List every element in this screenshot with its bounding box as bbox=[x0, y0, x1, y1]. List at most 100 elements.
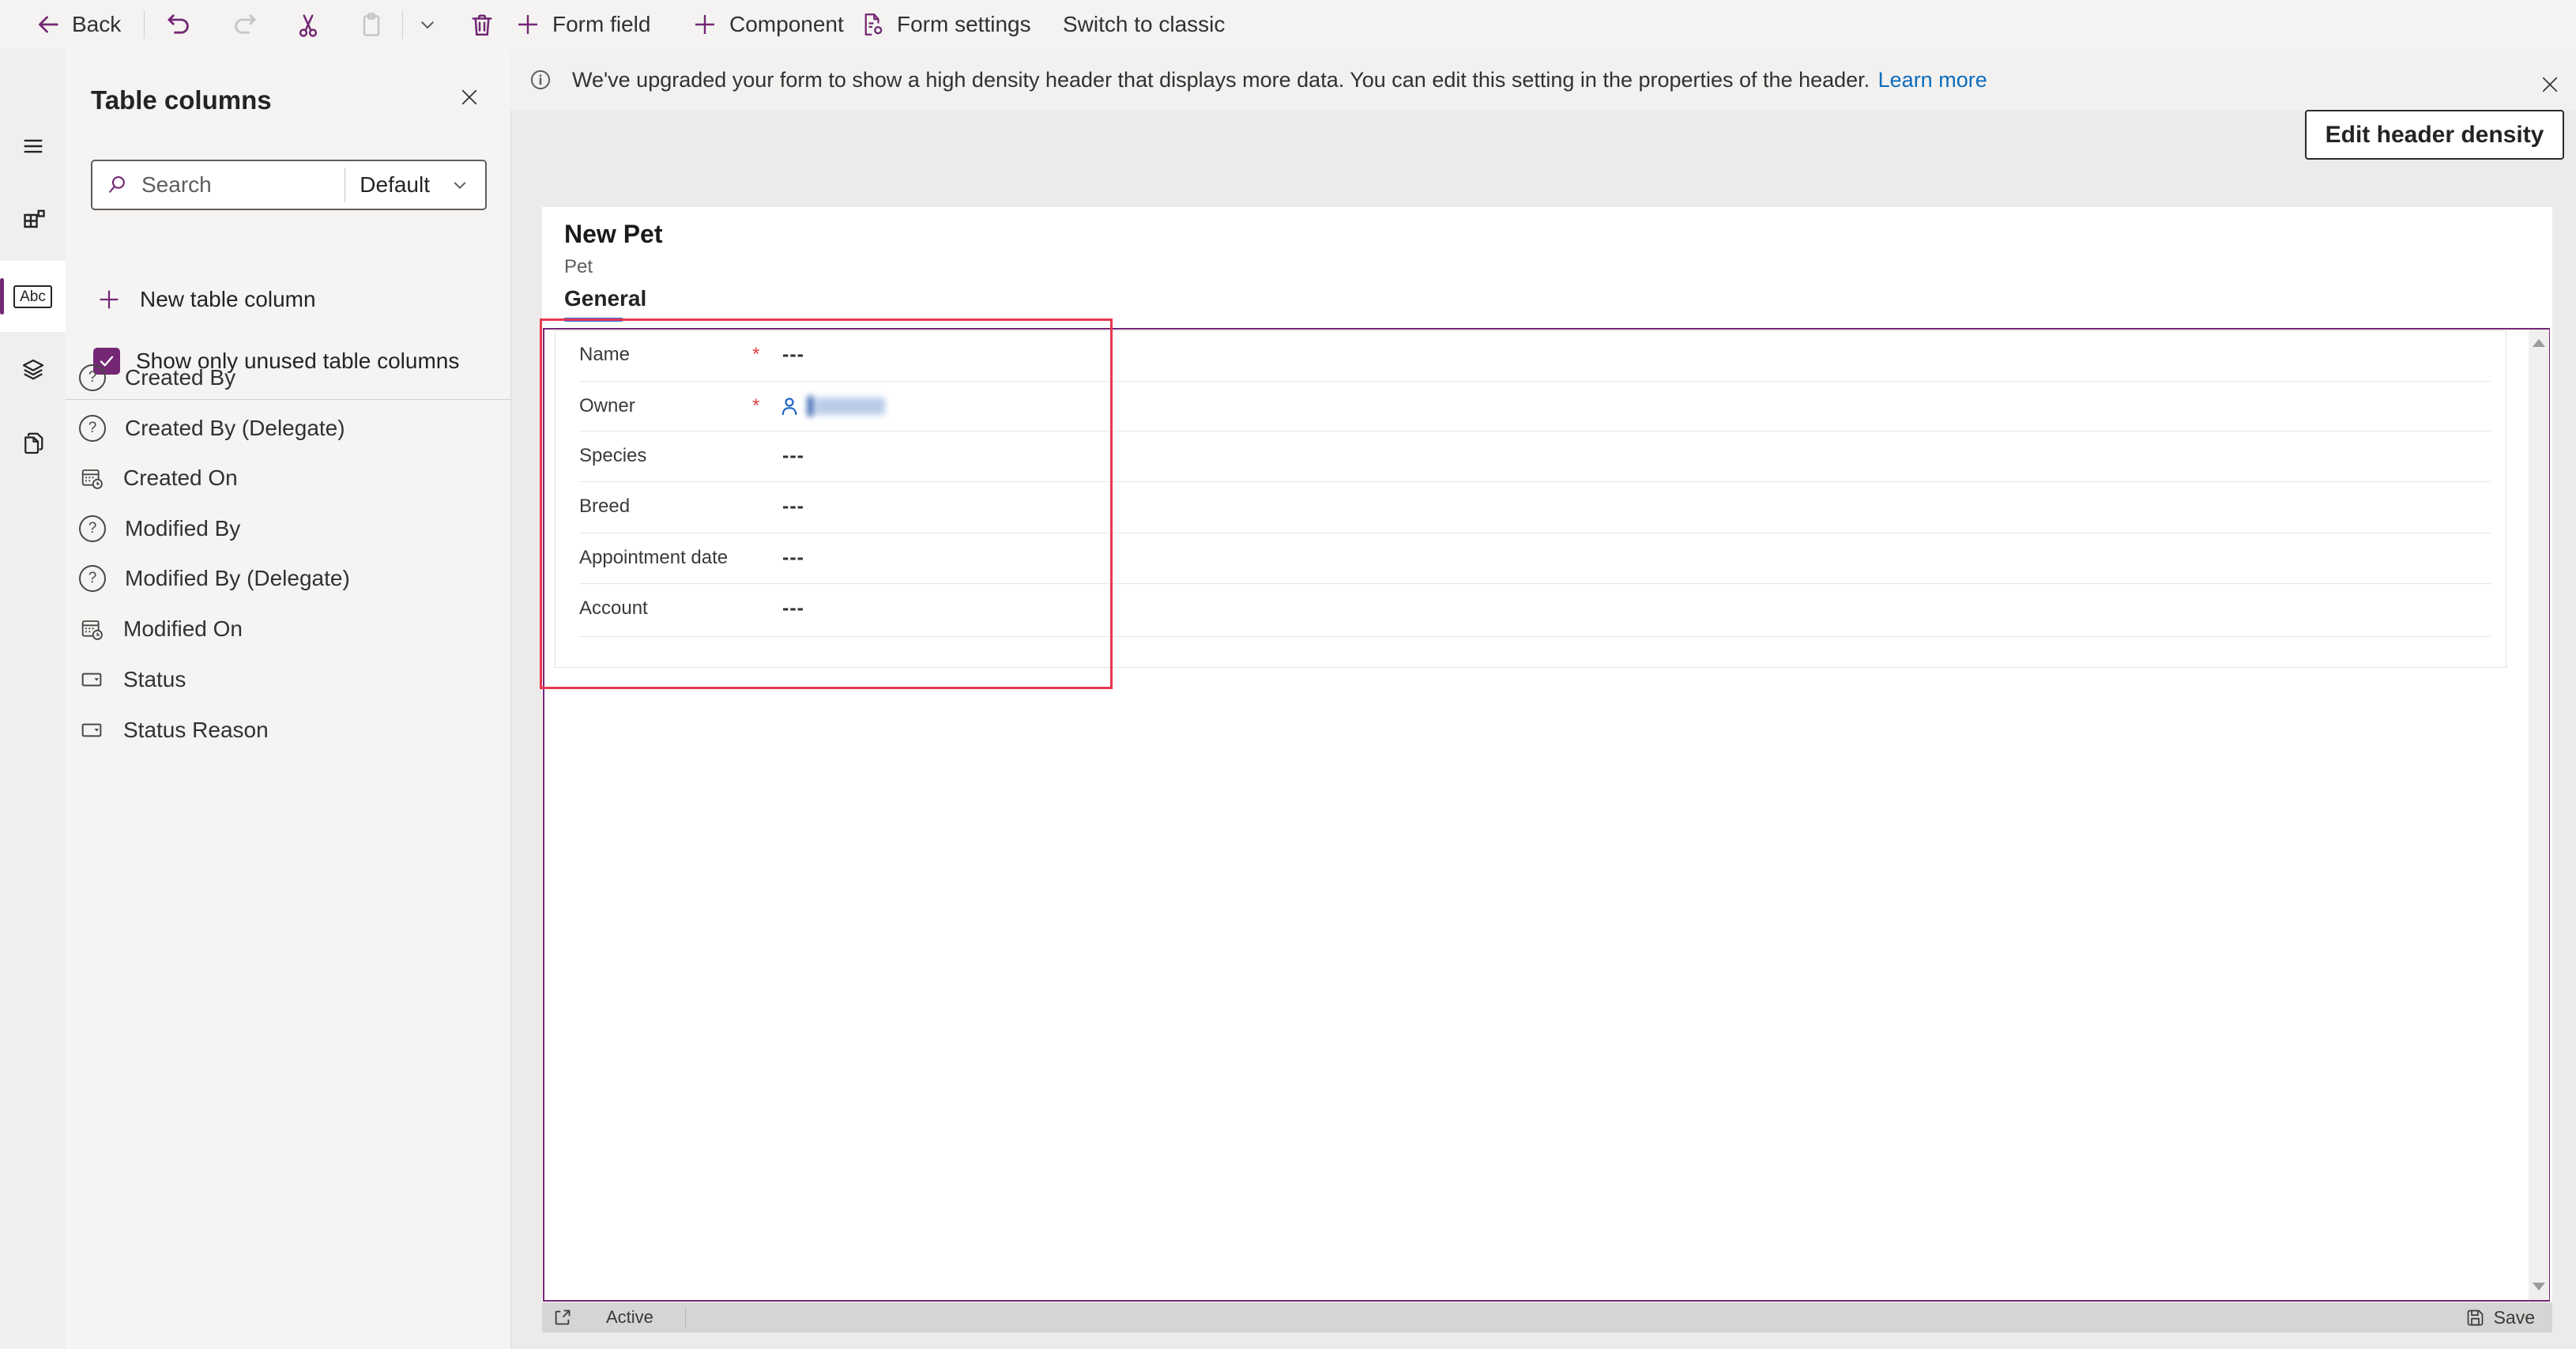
scroll-down-arrow[interactable] bbox=[2533, 1283, 2545, 1291]
form-settings-label: Form settings bbox=[897, 12, 1031, 36]
table-column-item-created-by[interactable]: ? Created By bbox=[66, 352, 510, 403]
field-value: --- bbox=[782, 495, 804, 518]
field-row-name[interactable]: Name * --- bbox=[555, 330, 2506, 379]
banner-message: We've upgraded your form to show a high … bbox=[572, 67, 1870, 92]
rail-item-table-columns[interactable]: Abc bbox=[0, 261, 66, 332]
table-column-item-modified-by[interactable]: ? Modified By bbox=[66, 503, 510, 554]
question-circle-icon: ? bbox=[79, 364, 106, 391]
record-status: Active bbox=[606, 1307, 653, 1327]
component-label: Component bbox=[729, 12, 844, 36]
form-footer-bar: Active Save bbox=[542, 1302, 2552, 1332]
upgrade-info-banner: We've upgraded your form to show a high … bbox=[510, 49, 2576, 111]
hamburger-menu-icon bbox=[24, 139, 42, 153]
save-button[interactable]: Save bbox=[2465, 1307, 2535, 1328]
back-button[interactable]: Back bbox=[35, 0, 121, 49]
table-column-item-status[interactable]: Status bbox=[66, 654, 510, 705]
close-icon bbox=[461, 89, 477, 105]
expand-icon[interactable] bbox=[552, 1307, 573, 1328]
filter-value: Default bbox=[360, 172, 430, 197]
table-column-item-status-reason[interactable]: Status Reason bbox=[66, 705, 510, 756]
footer-divider bbox=[684, 1307, 686, 1328]
calendar-clock-icon bbox=[81, 620, 103, 640]
search-input[interactable] bbox=[140, 171, 345, 198]
field-label: Name bbox=[579, 344, 631, 365]
field-label: Breed bbox=[579, 496, 631, 517]
form-record-title: New Pet bbox=[564, 220, 663, 248]
chevron-down-icon bbox=[420, 21, 435, 29]
close-icon bbox=[2542, 77, 2558, 92]
new-table-column-button[interactable]: New table column bbox=[96, 286, 316, 313]
option-set-icon bbox=[81, 723, 102, 737]
form-preview-canvas: New Pet Pet General Name * --- Owner * S… bbox=[540, 207, 2552, 1332]
delete-button[interactable] bbox=[468, 0, 496, 49]
tab-general[interactable]: General bbox=[564, 286, 646, 311]
field-label: Appointment date bbox=[579, 547, 729, 568]
powerapps-form-designer: Back Form field Component Form settings … bbox=[0, 0, 2576, 1349]
search-icon bbox=[92, 173, 140, 197]
rail-item-copy-pages[interactable] bbox=[0, 408, 66, 479]
field-row-species[interactable]: Species --- bbox=[555, 431, 2506, 480]
add-component-button[interactable]: Component bbox=[691, 0, 844, 49]
undo-button[interactable] bbox=[164, 0, 193, 49]
panel-close-button[interactable] bbox=[458, 85, 481, 109]
option-set-icon bbox=[81, 673, 102, 687]
trash-icon bbox=[472, 14, 492, 36]
table-columns-panel: Table columns Default New table column S… bbox=[66, 49, 511, 1349]
command-bar: Back Form field Component Form settings … bbox=[0, 0, 2576, 50]
redo-button[interactable] bbox=[231, 0, 259, 49]
filter-dropdown[interactable]: Default bbox=[345, 172, 485, 198]
table-column-item-created-on[interactable]: Created On bbox=[66, 453, 510, 503]
field-row-breed[interactable]: Breed --- bbox=[555, 482, 2506, 531]
redo-icon bbox=[235, 14, 256, 34]
required-asterisk: * bbox=[752, 395, 760, 416]
new-table-column-label: New table column bbox=[140, 287, 316, 311]
row-divider bbox=[579, 636, 2491, 637]
required-asterisk: * bbox=[752, 344, 760, 365]
save-label: Save bbox=[2493, 1306, 2535, 1328]
add-form-field-button[interactable]: Form field bbox=[514, 0, 650, 49]
calendar-clock-icon bbox=[81, 469, 103, 489]
toolbar-divider bbox=[402, 10, 403, 39]
layers-icon bbox=[22, 359, 43, 380]
table-column-item-modified-on[interactable]: Modified On bbox=[66, 604, 510, 654]
field-value: --- bbox=[782, 444, 804, 467]
switch-to-classic-button[interactable]: Switch to classic bbox=[1063, 0, 1225, 49]
question-circle-icon: ? bbox=[79, 515, 106, 542]
chevron-down-icon bbox=[454, 182, 466, 190]
copy-pages-icon bbox=[24, 432, 43, 454]
field-row-owner[interactable]: Owner * bbox=[555, 382, 2506, 431]
field-value: --- bbox=[782, 546, 804, 569]
canvas-vertical-scrollbar[interactable] bbox=[2529, 330, 2549, 1300]
edit-header-density-button[interactable]: Edit header density bbox=[2305, 110, 2564, 160]
rail-item-layers[interactable] bbox=[0, 334, 66, 405]
redacted-owner-name bbox=[808, 396, 885, 416]
save-icon bbox=[2467, 1309, 2483, 1325]
form-settings-button[interactable]: Form settings bbox=[858, 0, 1031, 49]
scroll-up-arrow[interactable] bbox=[2533, 339, 2545, 347]
hamburger-menu-button[interactable] bbox=[0, 111, 66, 182]
field-row-appointment-date[interactable]: Appointment date --- bbox=[555, 533, 2506, 582]
person-icon bbox=[781, 398, 797, 416]
back-label: Back bbox=[72, 12, 122, 36]
learn-more-link[interactable]: Learn more bbox=[1878, 68, 1987, 92]
selected-indicator bbox=[0, 278, 4, 315]
plus-icon bbox=[518, 15, 537, 34]
owner-lookup-value bbox=[778, 394, 885, 418]
active-tab-underline bbox=[563, 318, 623, 322]
rail-item-page-layout[interactable] bbox=[0, 184, 66, 255]
overflow-chevron-button[interactable] bbox=[417, 0, 438, 49]
question-circle-icon: ? bbox=[79, 415, 106, 442]
field-row-account[interactable]: Account --- bbox=[555, 584, 2506, 633]
scissors-icon bbox=[299, 14, 318, 37]
table-column-item-modified-by-delegate[interactable]: ? Modified By (Delegate) bbox=[66, 553, 510, 604]
banner-close-button[interactable] bbox=[2538, 73, 2562, 96]
cut-button[interactable] bbox=[294, 0, 322, 49]
paste-button[interactable] bbox=[357, 0, 386, 49]
plus-icon bbox=[100, 290, 119, 309]
field-label: Species bbox=[579, 445, 647, 466]
left-navigation-rail: Abc bbox=[0, 49, 66, 1349]
clipboard-icon bbox=[363, 13, 380, 36]
form-entity-subtitle: Pet bbox=[564, 256, 593, 277]
page-layout-icon bbox=[23, 209, 45, 228]
table-column-item-created-by-delegate[interactable]: ? Created By (Delegate) bbox=[66, 403, 510, 454]
